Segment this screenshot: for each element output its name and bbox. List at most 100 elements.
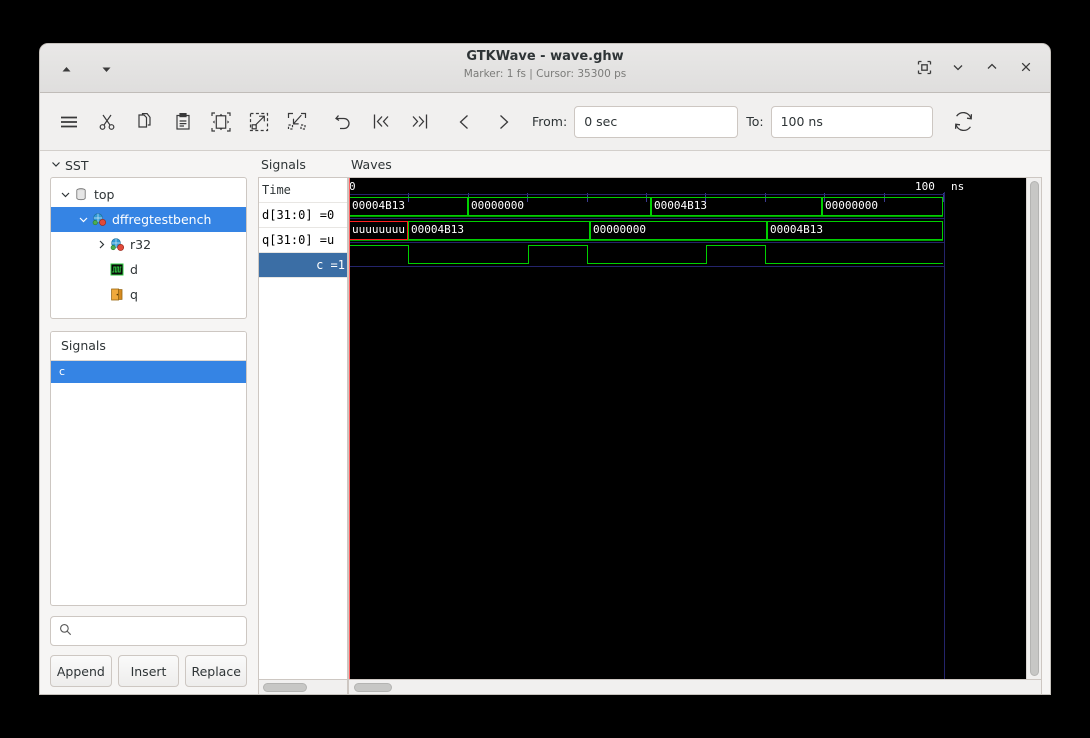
wave-region-edge (944, 192, 945, 679)
replace-button[interactable]: Replace (185, 655, 248, 687)
action-buttons: Append Insert Replace (50, 655, 248, 687)
search-input[interactable] (78, 622, 238, 639)
tree-item-r32[interactable]: r32 (51, 232, 246, 257)
main-body: SST top dffregtestbench r32 d q Signals c (40, 151, 1050, 694)
signal-name-row[interactable]: Time (259, 178, 347, 203)
tree-item-q[interactable]: q (51, 282, 246, 307)
down-arrow-icon[interactable] (94, 57, 118, 81)
maximize-icon[interactable] (980, 55, 1004, 79)
chevron-right-icon[interactable] (93, 239, 109, 250)
undo-icon[interactable] (326, 105, 360, 139)
cursor-marker[interactable] (349, 178, 350, 679)
clock-level-segment (765, 263, 943, 265)
main-toolbar: From: 0 sec To: 100 ns (40, 93, 1050, 151)
port-icon (109, 287, 126, 303)
search-icon (59, 621, 72, 640)
next-edge-icon[interactable] (486, 105, 520, 139)
list-item[interactable]: c (51, 360, 246, 383)
title-block: GTKWave - wave.ghw Marker: 1 fs | Cursor… (40, 49, 1050, 81)
title-bar: GTKWave - wave.ghw Marker: 1 fs | Cursor… (40, 44, 1050, 93)
time-unit-label: ns (951, 180, 965, 193)
chevron-down-icon[interactable] (75, 214, 91, 225)
left-panel: SST top dffregtestbench r32 d q Signals c (40, 151, 253, 694)
go-to-end-icon[interactable] (402, 105, 436, 139)
up-arrow-icon[interactable] (54, 57, 78, 81)
minimize-icon[interactable] (946, 55, 970, 79)
bus-value-label: 00000000 (593, 223, 646, 236)
tree-item-label: top (94, 187, 115, 203)
zoom-out-icon[interactable] (280, 105, 314, 139)
bus-value-label: 00000000 (825, 199, 878, 212)
vector-icon (109, 262, 126, 278)
bus-value-label: 00004B13 (411, 223, 464, 236)
tree-item-top[interactable]: top (51, 182, 246, 207)
sst-tree[interactable]: top dffregtestbench r32 d q (50, 177, 247, 319)
insert-button[interactable]: Insert (117, 655, 180, 687)
sst-label: SST (65, 158, 89, 174)
cut-icon[interactable] (90, 105, 124, 139)
signal-name-row[interactable]: d[31:0] =0 (259, 203, 347, 228)
names-hscroll-thumb[interactable] (263, 682, 307, 692)
fullscreen-icon[interactable] (912, 55, 936, 79)
zoom-fit-icon[interactable] (204, 105, 238, 139)
titlebar-right-controls (912, 55, 1038, 79)
from-input[interactable]: 0 sec (574, 105, 739, 138)
zoom-in-icon[interactable] (242, 105, 276, 139)
clock-level-segment (408, 263, 528, 265)
clock-edge (528, 245, 530, 264)
chevron-down-icon (50, 158, 62, 173)
to-input[interactable]: 100 ns (770, 105, 933, 138)
row-separator (349, 194, 944, 195)
titlebar-left-controls (54, 57, 118, 81)
module-icon (73, 187, 90, 203)
signal-name-label: q[31:0] =u (262, 233, 335, 247)
bus-value-label: 00004B13 (770, 223, 823, 236)
previous-edge-icon[interactable] (448, 105, 482, 139)
signal-name-label: d[31:0] =0 (262, 208, 335, 222)
list-item-label: c (59, 365, 66, 379)
instance-icon (109, 237, 126, 253)
from-label: From: (532, 114, 568, 129)
sst-header[interactable]: SST (50, 157, 247, 174)
row-separator (349, 218, 944, 219)
waves-column-title: Waves (351, 157, 392, 172)
bus-value-label: 00000000 (471, 199, 524, 212)
wave-canvas[interactable]: 0 100 ns 00004B13 00000000 00004B13 00000000 uu… (349, 178, 1026, 679)
row-separator (349, 242, 944, 243)
menu-icon[interactable] (52, 105, 86, 139)
wave-hscroll-thumb[interactable] (354, 682, 392, 692)
wave-vscroll-thumb[interactable] (1029, 181, 1039, 676)
tree-item-label: dffregtestbench (112, 212, 212, 228)
clock-edge (706, 245, 708, 264)
paste-icon[interactable] (166, 105, 200, 139)
signal-name-row[interactable]: q[31:0] =u (259, 228, 347, 253)
signal-list-panel: Signals c (50, 330, 247, 606)
wave-hscrollbar[interactable] (348, 680, 1042, 694)
wave-viewport: 0 100 ns 00004B13 00000000 00004B13 00000000 uu… (348, 177, 1042, 680)
chevron-down-icon[interactable] (57, 189, 73, 200)
gtkwave-window: GTKWave - wave.ghw Marker: 1 fs | Cursor… (40, 44, 1050, 694)
clock-level-segment (706, 245, 765, 247)
copy-icon[interactable] (128, 105, 162, 139)
signal-names-column: Signals Time d[31:0] =0 q[31:0] =u c =1 (258, 151, 348, 694)
wave-vscrollbar[interactable] (1026, 178, 1041, 679)
screen: GTKWave - wave.ghw Marker: 1 fs | Cursor… (0, 0, 1090, 738)
append-button[interactable]: Append (50, 655, 112, 687)
reload-icon[interactable] (947, 105, 981, 139)
signal-name-label: c =1 (316, 258, 345, 272)
bus-value-label: 00004B13 (654, 199, 707, 212)
signal-name-rows[interactable]: Time d[31:0] =0 q[31:0] =u c =1 (258, 177, 348, 680)
tree-item-d[interactable]: d (51, 257, 246, 282)
signal-list[interactable]: c (51, 360, 246, 383)
signal-name-row[interactable]: c =1 (259, 253, 347, 278)
bus-value-label: uuuuuuuu (352, 223, 405, 236)
close-icon[interactable] (1014, 55, 1038, 79)
names-hscrollbar[interactable] (258, 680, 348, 694)
clock-edge (587, 245, 589, 264)
bus-value-label: 00004B13 (352, 199, 405, 212)
tree-item-dffregtestbench[interactable]: dffregtestbench (51, 207, 246, 233)
search-box[interactable] (50, 615, 247, 646)
marker-cursor-status: Marker: 1 fs | Cursor: 35300 ps (463, 68, 627, 80)
go-to-start-icon[interactable] (364, 105, 398, 139)
clock-level-segment (587, 263, 706, 265)
